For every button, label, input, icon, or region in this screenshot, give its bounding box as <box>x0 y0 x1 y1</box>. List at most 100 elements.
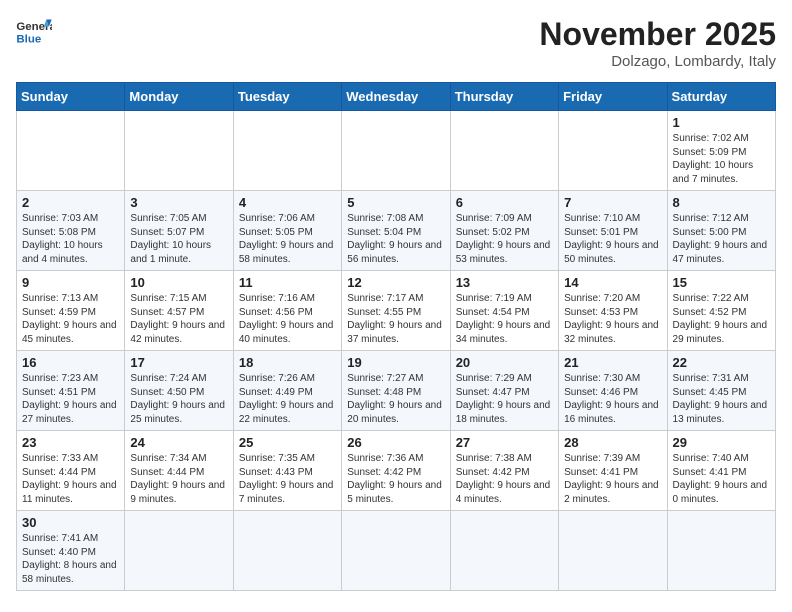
day-number: 19 <box>347 355 444 370</box>
day-number: 16 <box>22 355 119 370</box>
calendar-cell: 6 Sunrise: 7:09 AM Sunset: 5:02 PM Daylig… <box>450 191 558 271</box>
column-header-saturday: Saturday <box>667 83 775 111</box>
calendar-week-3: 9 Sunrise: 7:13 AM Sunset: 4:59 PM Daylig… <box>17 271 776 351</box>
calendar-cell <box>233 111 341 191</box>
calendar-cell: 27 Sunrise: 7:38 AM Sunset: 4:42 PM Dayli… <box>450 431 558 511</box>
day-info: Sunrise: 7:27 AM Sunset: 4:48 PM Dayligh… <box>347 372 444 426</box>
day-info: Sunrise: 7:39 AM Sunset: 4:41 PM Dayligh… <box>564 452 661 506</box>
calendar-cell: 2 Sunrise: 7:03 AM Sunset: 5:08 PM Daylig… <box>17 191 125 271</box>
day-info: Sunrise: 7:13 AM Sunset: 4:59 PM Dayligh… <box>22 292 119 346</box>
calendar-cell <box>342 511 450 591</box>
calendar-week-4: 16Sunrise: 7:23 AM Sunset: 4:51 PM Dayli… <box>17 351 776 431</box>
day-info: Sunrise: 7:36 AM Sunset: 4:42 PM Dayligh… <box>347 452 444 506</box>
day-info: Sunrise: 7:35 AM Sunset: 4:43 PM Dayligh… <box>239 452 336 506</box>
day-info: Sunrise: 7:10 AM Sunset: 5:01 PM Dayligh… <box>564 212 661 266</box>
day-number: 5 <box>347 195 444 210</box>
day-number: 29 <box>673 435 770 450</box>
day-number: 21 <box>564 355 661 370</box>
calendar-week-2: 2 Sunrise: 7:03 AM Sunset: 5:08 PM Daylig… <box>17 191 776 271</box>
day-number: 12 <box>347 275 444 290</box>
day-info: Sunrise: 7:30 AM Sunset: 4:46 PM Dayligh… <box>564 372 661 426</box>
day-info: Sunrise: 7:17 AM Sunset: 4:55 PM Dayligh… <box>347 292 444 346</box>
day-info: Sunrise: 7:34 AM Sunset: 4:44 PM Dayligh… <box>130 452 227 506</box>
calendar-cell: 19 Sunrise: 7:27 AM Sunset: 4:48 PM Dayli… <box>342 351 450 431</box>
calendar-cell: 25 Sunrise: 7:35 AM Sunset: 4:43 PM Dayli… <box>233 431 341 511</box>
day-info: Sunrise: 7:08 AM Sunset: 5:04 PM Dayligh… <box>347 212 444 266</box>
day-info: Sunrise: 7:26 AM Sunset: 4:49 PM Dayligh… <box>239 372 336 426</box>
day-number: 27 <box>456 435 553 450</box>
calendar-header-row: SundayMondayTuesdayWednesdayThursdayFrid… <box>17 83 776 111</box>
day-number: 9 <box>22 275 119 290</box>
calendar-cell: 9 Sunrise: 7:13 AM Sunset: 4:59 PM Daylig… <box>17 271 125 351</box>
svg-text:Blue: Blue <box>16 33 41 45</box>
day-number: 18 <box>239 355 336 370</box>
calendar-cell <box>559 511 667 591</box>
calendar-cell <box>125 511 233 591</box>
calendar-table: SundayMondayTuesdayWednesdayThursdayFrid… <box>16 82 776 591</box>
day-number: 2 <box>22 195 119 210</box>
calendar-cell <box>667 511 775 591</box>
column-header-sunday: Sunday <box>17 83 125 111</box>
calendar-cell <box>233 511 341 591</box>
day-number: 4 <box>239 195 336 210</box>
day-info: Sunrise: 7:05 AM Sunset: 5:07 PM Dayligh… <box>130 212 227 266</box>
calendar-cell: 18 Sunrise: 7:26 AM Sunset: 4:49 PM Dayli… <box>233 351 341 431</box>
day-number: 24 <box>130 435 227 450</box>
day-info: Sunrise: 7:33 AM Sunset: 4:44 PM Dayligh… <box>22 452 119 506</box>
day-info: Sunrise: 7:03 AM Sunset: 5:08 PM Dayligh… <box>22 212 119 266</box>
day-number: 10 <box>130 275 227 290</box>
day-info: Sunrise: 7:41 AM Sunset: 4:40 PM Dayligh… <box>22 532 119 586</box>
calendar-cell: 22 Sunrise: 7:31 AM Sunset: 4:45 PM Dayli… <box>667 351 775 431</box>
page-header: General Blue November 2025 Dolzago, Lomb… <box>16 16 776 70</box>
month-title: November 2025 <box>539 16 776 53</box>
day-info: Sunrise: 7:29 AM Sunset: 4:47 PM Dayligh… <box>456 372 553 426</box>
day-info: Sunrise: 7:31 AM Sunset: 4:45 PM Dayligh… <box>673 372 770 426</box>
day-number: 22 <box>673 355 770 370</box>
day-info: Sunrise: 7:12 AM Sunset: 5:00 PM Dayligh… <box>673 212 770 266</box>
calendar-cell: 1Sunrise: 7:02 AM Sunset: 5:09 PM Daylig… <box>667 111 775 191</box>
calendar-cell: 30 Sunrise: 7:41 AM Sunset: 4:40 PM Dayli… <box>17 511 125 591</box>
column-header-thursday: Thursday <box>450 83 558 111</box>
calendar-cell: 14Sunrise: 7:20 AM Sunset: 4:53 PM Dayli… <box>559 271 667 351</box>
day-number: 7 <box>564 195 661 210</box>
calendar-week-6: 30 Sunrise: 7:41 AM Sunset: 4:40 PM Dayli… <box>17 511 776 591</box>
day-number: 15 <box>673 275 770 290</box>
calendar-cell: 29Sunrise: 7:40 AM Sunset: 4:41 PM Dayli… <box>667 431 775 511</box>
calendar-week-5: 23Sunrise: 7:33 AM Sunset: 4:44 PM Dayli… <box>17 431 776 511</box>
day-number: 8 <box>673 195 770 210</box>
calendar-cell: 21 Sunrise: 7:30 AM Sunset: 4:46 PM Dayli… <box>559 351 667 431</box>
logo-icon: General Blue <box>16 16 52 46</box>
calendar-week-1: 1Sunrise: 7:02 AM Sunset: 5:09 PM Daylig… <box>17 111 776 191</box>
calendar-cell <box>450 111 558 191</box>
calendar-cell: 17 Sunrise: 7:24 AM Sunset: 4:50 PM Dayli… <box>125 351 233 431</box>
column-header-wednesday: Wednesday <box>342 83 450 111</box>
day-number: 26 <box>347 435 444 450</box>
day-number: 6 <box>456 195 553 210</box>
day-info: Sunrise: 7:15 AM Sunset: 4:57 PM Dayligh… <box>130 292 227 346</box>
column-header-tuesday: Tuesday <box>233 83 341 111</box>
calendar-cell: 7 Sunrise: 7:10 AM Sunset: 5:01 PM Daylig… <box>559 191 667 271</box>
calendar-cell: 10 Sunrise: 7:15 AM Sunset: 4:57 PM Dayli… <box>125 271 233 351</box>
calendar-cell: 15 Sunrise: 7:22 AM Sunset: 4:52 PM Dayli… <box>667 271 775 351</box>
day-number: 14 <box>564 275 661 290</box>
day-info: Sunrise: 7:06 AM Sunset: 5:05 PM Dayligh… <box>239 212 336 266</box>
day-info: Sunrise: 7:09 AM Sunset: 5:02 PM Dayligh… <box>456 212 553 266</box>
calendar-cell: 4 Sunrise: 7:06 AM Sunset: 5:05 PM Daylig… <box>233 191 341 271</box>
day-info: Sunrise: 7:38 AM Sunset: 4:42 PM Dayligh… <box>456 452 553 506</box>
calendar-cell <box>125 111 233 191</box>
calendar-cell <box>450 511 558 591</box>
column-header-friday: Friday <box>559 83 667 111</box>
day-number: 17 <box>130 355 227 370</box>
day-number: 30 <box>22 515 119 530</box>
calendar-cell <box>17 111 125 191</box>
day-info: Sunrise: 7:24 AM Sunset: 4:50 PM Dayligh… <box>130 372 227 426</box>
day-info: Sunrise: 7:22 AM Sunset: 4:52 PM Dayligh… <box>673 292 770 346</box>
day-number: 13 <box>456 275 553 290</box>
calendar-cell: 8 Sunrise: 7:12 AM Sunset: 5:00 PM Daylig… <box>667 191 775 271</box>
day-number: 20 <box>456 355 553 370</box>
day-number: 25 <box>239 435 336 450</box>
title-block: November 2025 Dolzago, Lombardy, Italy <box>539 16 776 70</box>
calendar-cell: 12 Sunrise: 7:17 AM Sunset: 4:55 PM Dayli… <box>342 271 450 351</box>
calendar-cell <box>559 111 667 191</box>
calendar-cell: 23Sunrise: 7:33 AM Sunset: 4:44 PM Dayli… <box>17 431 125 511</box>
